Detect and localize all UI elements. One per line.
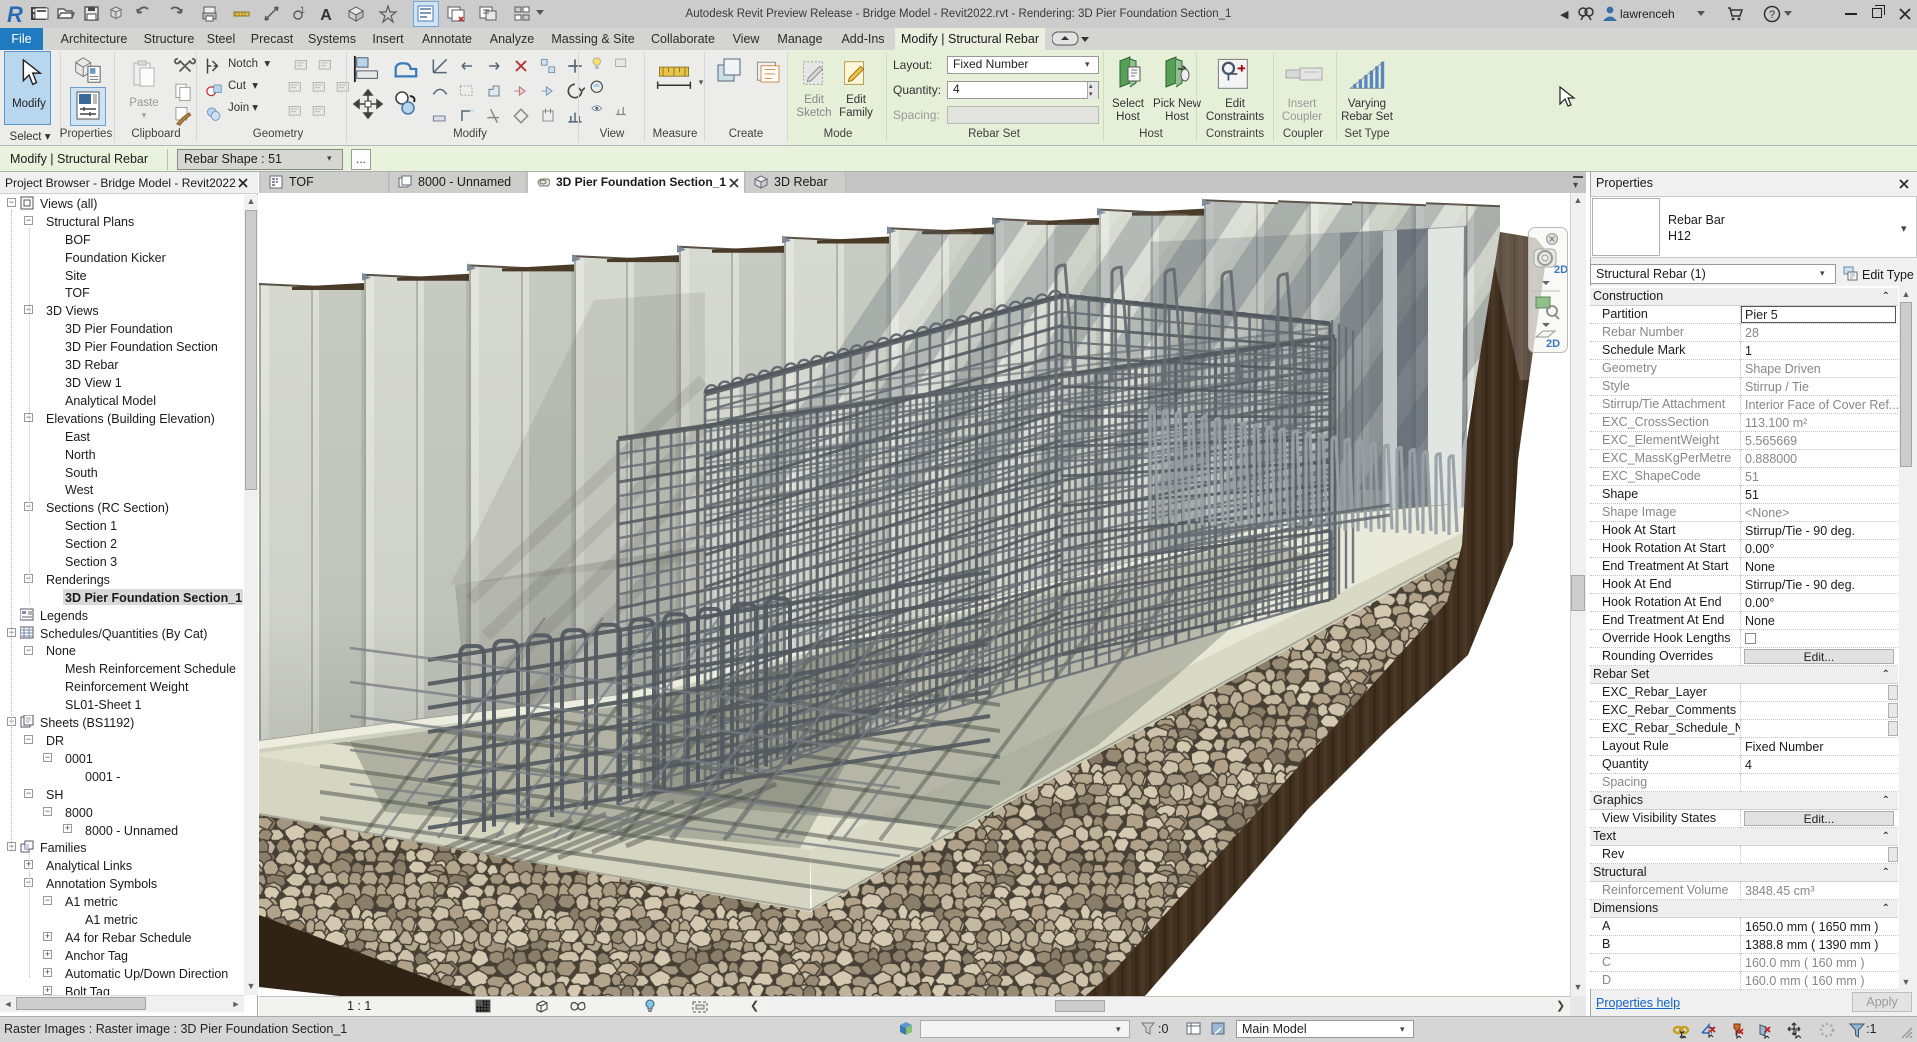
svg-text:2D: 2D [1546, 338, 1560, 349]
svg-text:2D: 2D [1554, 264, 1567, 276]
svg-text:?: ? [1769, 9, 1775, 21]
